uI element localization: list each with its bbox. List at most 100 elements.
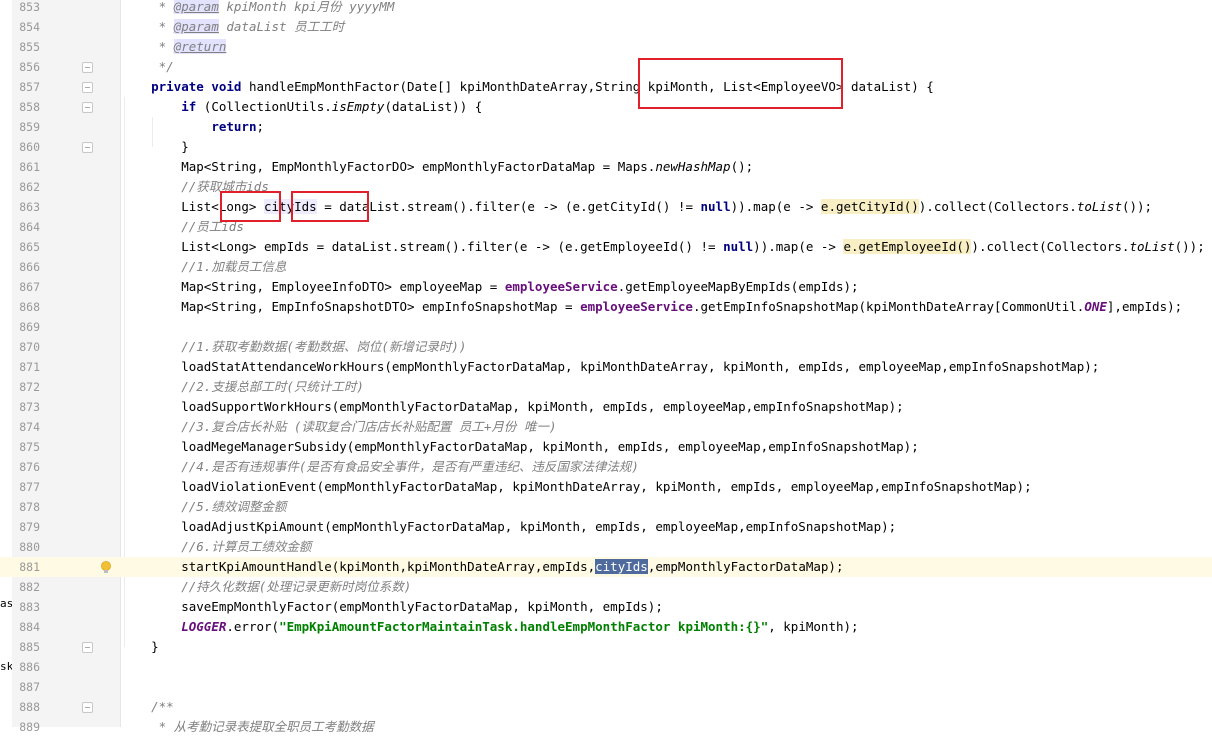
line-number[interactable]: 877 [12, 477, 40, 497]
line-number[interactable]: 873 [12, 397, 40, 417]
code-text[interactable]: } [121, 137, 189, 157]
code-text[interactable]: //2.支援总部工时(只统计工时) [121, 377, 364, 397]
code-line[interactable]: 856 */ [0, 57, 1212, 77]
code-text[interactable]: return; [121, 117, 264, 137]
code-text[interactable]: //1.加载员工信息 [121, 257, 286, 277]
line-number[interactable]: 876 [12, 457, 40, 477]
code-text[interactable]: Map<String, EmpInfoSnapshotDTO> empInfoS… [121, 297, 1182, 317]
code-text[interactable]: * @param kpiMonth kpi月份 yyyyMM [121, 0, 394, 17]
code-line[interactable]: 869 [0, 317, 1212, 337]
code-text[interactable]: * @return [121, 37, 227, 57]
line-number[interactable]: 875 [12, 437, 40, 457]
line-number[interactable]: 881 [12, 557, 40, 577]
line-number[interactable]: 866 [12, 257, 40, 277]
code-line[interactable]: 859 return; [0, 117, 1212, 137]
fold-toggle-icon[interactable] [82, 102, 93, 113]
code-line[interactable]: 862 //获取城市ids [0, 177, 1212, 197]
line-number[interactable]: 861 [12, 157, 40, 177]
code-line[interactable]: 876 //4.是否有违规事件(是否有食品安全事件，是否有严重违纪、违反国家法律… [0, 457, 1212, 477]
code-text[interactable]: //1.获取考勤数据(考勤数据、岗位(新增记录时)) [121, 337, 466, 357]
code-line[interactable]: 867 Map<String, EmployeeInfoDTO> employe… [0, 277, 1212, 297]
line-number[interactable]: 863 [12, 197, 40, 217]
code-line[interactable]: 877 loadViolationEvent(empMonthlyFactorD… [0, 477, 1212, 497]
code-line[interactable]: 885 } [0, 637, 1212, 657]
code-line[interactable]: 882 //持久化数据(处理记录更新时岗位系数) [0, 577, 1212, 597]
code-line[interactable]: 865 List<Long> empIds = dataList.stream(… [0, 237, 1212, 257]
code-line[interactable]: 888 /** [0, 697, 1212, 717]
line-number[interactable]: 860 [12, 137, 40, 157]
line-number[interactable]: 854 [12, 17, 40, 37]
line-number[interactable]: 879 [12, 517, 40, 537]
line-number[interactable]: 864 [12, 217, 40, 237]
line-number[interactable]: 867 [12, 277, 40, 297]
code-text[interactable]: saveEmpMonthlyFactor(empMonthlyFactorDat… [121, 597, 663, 617]
code-text[interactable]: List<Long> cityIds = dataList.stream().f… [121, 197, 1152, 217]
code-line[interactable]: 857 private void handleEmpMonthFactor(Da… [0, 77, 1212, 97]
code-line[interactable]: 854 * @param dataList 员工工时 [0, 17, 1212, 37]
code-text[interactable]: loadStatAttendanceWorkHours(empMonthlyFa… [121, 357, 1099, 377]
code-line[interactable]: 880 //6.计算员工绩效金额 [0, 537, 1212, 557]
code-line[interactable]: 889 * 从考勤记录表提取全职员工考勤数据 [0, 717, 1212, 737]
fold-toggle-icon[interactable] [82, 142, 93, 153]
line-number[interactable]: 858 [12, 97, 40, 117]
code-line[interactable]: 870 //1.获取考勤数据(考勤数据、岗位(新增记录时)) [0, 337, 1212, 357]
code-line[interactable]: 872 //2.支援总部工时(只统计工时) [0, 377, 1212, 397]
code-text[interactable]: //员工ids [121, 217, 244, 237]
line-number[interactable]: 859 [12, 117, 40, 137]
line-number[interactable]: 874 [12, 417, 40, 437]
code-text[interactable]: Map<String, EmployeeInfoDTO> employeeMap… [121, 277, 858, 297]
fold-toggle-icon[interactable] [82, 702, 93, 713]
lightbulb-icon[interactable] [100, 561, 112, 575]
line-number[interactable]: 868 [12, 297, 40, 317]
line-number[interactable]: 885 [12, 637, 40, 657]
code-text[interactable]: if (CollectionUtils.isEmpty(dataList)) { [121, 97, 482, 117]
line-number[interactable]: 862 [12, 177, 40, 197]
code-line[interactable]: 883 saveEmpMonthlyFactor(empMonthlyFacto… [0, 597, 1212, 617]
fold-toggle-icon[interactable] [82, 642, 93, 653]
code-text[interactable]: * 从考勤记录表提取全职员工考勤数据 [121, 717, 374, 737]
line-number[interactable]: 856 [12, 57, 40, 77]
code-text[interactable]: } [121, 637, 159, 657]
code-text[interactable]: //6.计算员工绩效金额 [121, 537, 311, 557]
line-number[interactable]: 888 [12, 697, 40, 717]
line-number[interactable]: 889 [12, 717, 40, 737]
line-number[interactable]: 853 [12, 0, 40, 17]
code-line[interactable]: 887 [0, 677, 1212, 697]
code-text[interactable]: */ [121, 57, 174, 77]
line-number[interactable]: 884 [12, 617, 40, 637]
code-line[interactable]: 853 * @param kpiMonth kpi月份 yyyyMM [0, 0, 1212, 17]
code-text[interactable]: private void handleEmpMonthFactor(Date[]… [121, 77, 934, 97]
line-number[interactable]: 880 [12, 537, 40, 557]
code-line[interactable]: 858 if (CollectionUtils.isEmpty(dataList… [0, 97, 1212, 117]
code-text[interactable]: List<Long> empIds = dataList.stream().fi… [121, 237, 1205, 257]
line-number[interactable]: 870 [12, 337, 40, 357]
code-line[interactable]: 878 //5.绩效调整金额 [0, 497, 1212, 517]
line-number[interactable]: 869 [12, 317, 40, 337]
code-text[interactable]: /** [121, 697, 174, 717]
line-number[interactable]: 883 [12, 597, 40, 617]
code-line[interactable]: 871 loadStatAttendanceWorkHours(empMonth… [0, 357, 1212, 377]
line-number[interactable]: 887 [12, 677, 40, 697]
code-text[interactable]: //4.是否有违规事件(是否有食品安全事件，是否有严重违纪、违反国家法律法规) [121, 457, 639, 477]
code-text[interactable]: //持久化数据(处理记录更新时岗位系数) [121, 577, 411, 597]
line-number[interactable]: 878 [12, 497, 40, 517]
code-editor[interactable]: 853 * @param kpiMonth kpi月份 yyyyMM 854 * … [0, 0, 1212, 734]
code-line[interactable]: 881 startKpiAmountHandle(kpiMonth,kpiMon… [0, 557, 1212, 577]
fold-toggle-icon[interactable] [82, 62, 93, 73]
code-text[interactable]: * @param dataList 员工工时 [121, 17, 344, 37]
line-number[interactable]: 865 [12, 237, 40, 257]
code-line[interactable]: 873 loadSupportWorkHours(empMonthlyFacto… [0, 397, 1212, 417]
code-text[interactable]: startKpiAmountHandle(kpiMonth,kpiMonthDa… [121, 557, 843, 577]
code-line[interactable]: 864 //员工ids [0, 217, 1212, 237]
code-line[interactable]: 861 Map<String, EmpMonthlyFactorDO> empM… [0, 157, 1212, 177]
fold-toggle-icon[interactable] [82, 82, 93, 93]
code-line[interactable]: 868 Map<String, EmpInfoSnapshotDTO> empI… [0, 297, 1212, 317]
code-line[interactable]: 866 //1.加载员工信息 [0, 257, 1212, 277]
code-line[interactable]: 886 [0, 657, 1212, 677]
code-text[interactable]: //5.绩效调整金额 [121, 497, 286, 517]
code-line[interactable]: 884 LOGGER.error("EmpKpiAmountFactorMain… [0, 617, 1212, 637]
code-text[interactable]: LOGGER.error("EmpKpiAmountFactorMaintain… [121, 617, 858, 637]
code-line[interactable]: 874 //3.复合店长补贴 (读取复合门店店长补贴配置 员工+月份 唯一) [0, 417, 1212, 437]
line-number[interactable]: 872 [12, 377, 40, 397]
code-text[interactable]: loadSupportWorkHours(empMonthlyFactorDat… [121, 397, 903, 417]
